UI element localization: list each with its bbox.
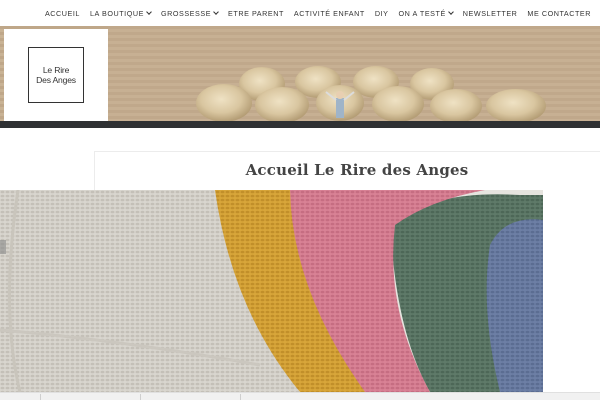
nav-item-on-a-teste[interactable]: On a testé	[393, 9, 457, 18]
nav-item-grossesse[interactable]: Grossesse	[156, 9, 223, 18]
bottom-tab	[240, 394, 338, 400]
nav-item-label: La Boutique	[89, 8, 144, 18]
page-title: Accueil Le Rire des Anges	[245, 161, 469, 179]
bottom-tab	[140, 394, 238, 400]
nav-item-label: Etre Parent	[228, 8, 284, 18]
nav-item-la-boutique[interactable]: La Boutique	[85, 9, 156, 18]
bottom-toolbar-strip	[0, 392, 600, 400]
nav-item-label: Activité Enfant	[293, 8, 365, 18]
logo-line-2: Des Anges	[36, 75, 76, 85]
logo-line-1: Le Rire	[42, 65, 70, 75]
chevron-down-icon	[213, 9, 219, 15]
nav-item-label: Me Contacter	[527, 8, 591, 18]
chevron-down-icon	[146, 9, 152, 15]
knitted-blankets-photo	[0, 190, 543, 392]
nav-item-me-contacter[interactable]: Me Contacter	[522, 9, 596, 18]
top-navigation: Accueil La Boutique Grossesse Etre Paren…	[0, 0, 600, 26]
nav-item-label: Grossesse	[160, 8, 212, 18]
header-bottom-bar	[0, 121, 600, 128]
nav-item-etre-parent[interactable]: Etre Parent	[223, 9, 289, 18]
nav-item-label: Newsletter	[462, 8, 518, 18]
bottom-tab	[40, 394, 138, 400]
nav-item-label: Accueil	[44, 8, 80, 18]
nav-item-label: DIY	[374, 8, 389, 18]
nav-item-newsletter[interactable]: Newsletter	[458, 9, 523, 18]
nav-item-accueil[interactable]: Accueil	[40, 9, 85, 18]
nav-item-activite-enfant[interactable]: Activité Enfant	[289, 9, 370, 18]
site-logo[interactable]: Le Rire Des Anges	[4, 29, 108, 121]
nav-item-label: On a testé	[398, 8, 446, 18]
logo-frame: Le Rire Des Anges	[28, 47, 84, 103]
chevron-down-icon	[447, 9, 454, 15]
nav-item-diy[interactable]: DIY	[370, 9, 394, 18]
